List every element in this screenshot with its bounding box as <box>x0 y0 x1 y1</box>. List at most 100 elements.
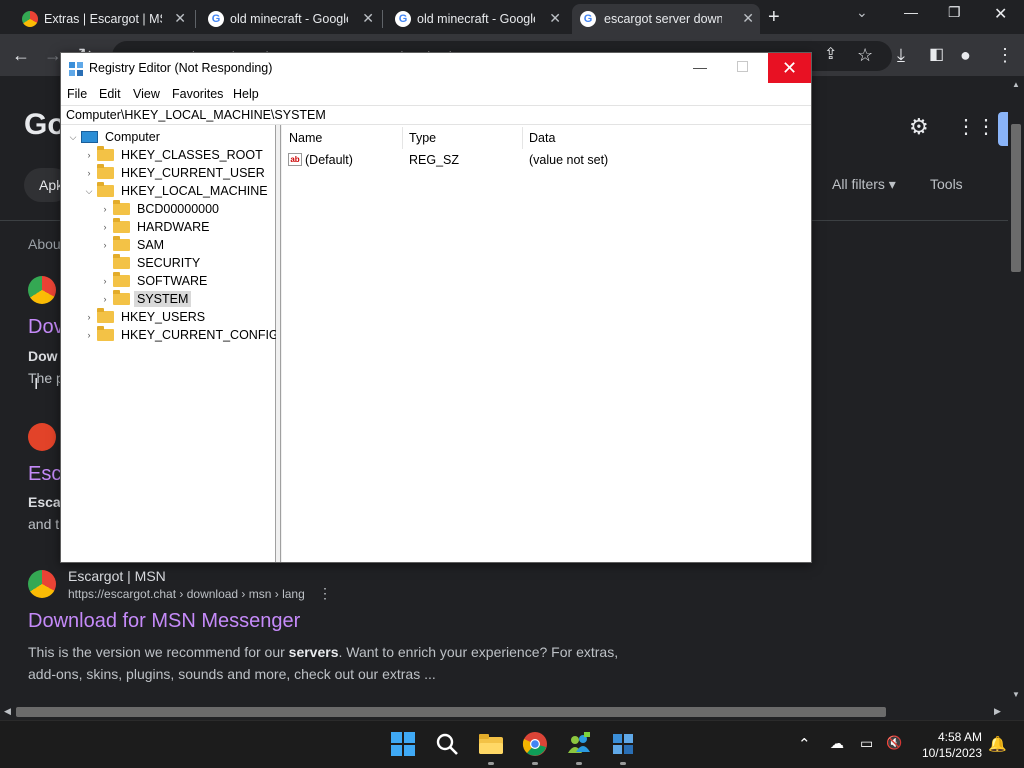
close-tab-icon[interactable]: ✕ <box>742 10 754 27</box>
result-url: https://escargot.chat › download › msn ›… <box>68 587 305 601</box>
tree-node-label: HKEY_USERS <box>121 310 206 324</box>
column-separator[interactable] <box>402 127 403 149</box>
network-icon[interactable]: ▭ <box>860 735 873 752</box>
scroll-right-arrow-icon[interactable]: ▶ <box>994 706 1001 717</box>
volume-muted-icon[interactable]: 🔇 <box>886 735 902 751</box>
close-window-icon[interactable]: ✕ <box>994 4 1007 24</box>
tree-node[interactable]: ⌵ HKEY_LOCAL_MACHINE <box>83 182 271 200</box>
settings-gear-icon[interactable]: ⚙ <box>909 114 929 140</box>
tree-node[interactable]: › BCD00000000 <box>99 200 222 218</box>
registry-editor-titlebar[interactable]: Registry Editor (Not Responding) — ✕ <box>61 53 811 83</box>
tab-old-minecraft-1[interactable]: G old minecraft - Google Search ✕ <box>208 4 380 34</box>
tab-title: escargot server download <box>604 12 722 26</box>
tree-node-label: BCD00000000 <box>137 202 220 216</box>
msn-messenger-icon[interactable] <box>566 731 592 757</box>
collapse-chevron-icon[interactable]: ⌵ <box>83 186 95 197</box>
expand-chevron-icon[interactable]: › <box>83 330 95 340</box>
maximize-icon[interactable] <box>737 61 748 72</box>
regedit-taskbar-icon[interactable] <box>610 731 636 757</box>
tab-old-minecraft-2[interactable]: G old minecraft - Google Search ✕ <box>395 4 567 34</box>
menu-file[interactable]: File <box>67 87 87 101</box>
value-type: REG_SZ <box>409 153 460 167</box>
expand-chevron-icon[interactable]: › <box>99 294 111 304</box>
expand-chevron-icon[interactable]: › <box>83 168 95 178</box>
back-icon[interactable]: ← <box>12 43 30 67</box>
column-header-type[interactable]: Type <box>409 131 436 151</box>
column-header-name[interactable]: Name <box>289 131 322 151</box>
system-clock[interactable]: 4:58 AM 10/15/2023 <box>912 729 982 761</box>
result-title-link[interactable]: Download for MSN Messenger <box>28 610 300 633</box>
tree-node[interactable]: › HKEY_CURRENT_USER <box>83 164 268 182</box>
browser-tab-strip: Extras | Escargot | MSN ✕ G old minecraf… <box>0 0 1024 34</box>
menu-edit[interactable]: Edit <box>99 87 121 101</box>
profile-icon[interactable]: ● <box>960 43 971 67</box>
collapse-chevron-icon[interactable]: ⌵ <box>67 132 79 143</box>
chrome-menu-icon[interactable]: ⋮ <box>996 43 1014 67</box>
download-icon[interactable]: ⤓ <box>897 43 905 67</box>
result-title[interactable]: Dov <box>28 316 64 339</box>
value-name[interactable]: (Default) <box>305 153 353 167</box>
tab-escargot-server[interactable]: G escargot server download ✕ <box>572 4 760 34</box>
all-filters-button[interactable]: All filters ▾ <box>832 176 896 193</box>
column-header-data[interactable]: Data <box>529 131 555 151</box>
scroll-down-arrow-icon[interactable]: ▼ <box>1012 690 1020 699</box>
close-tab-icon[interactable]: ✕ <box>174 10 186 27</box>
start-windows-icon[interactable] <box>390 731 416 757</box>
expand-chevron-icon[interactable]: › <box>83 150 95 160</box>
tree-node[interactable]: › SAM <box>99 236 167 254</box>
text-cursor-icon: I <box>34 376 39 393</box>
close-tab-icon[interactable]: ✕ <box>549 10 561 27</box>
registry-path-input[interactable] <box>61 106 811 124</box>
result-more-options-icon[interactable]: ⋮ <box>318 585 332 602</box>
tab-search-chevron-icon[interactable]: ⌄ <box>856 4 868 21</box>
tree-node[interactable]: › SYSTEM <box>99 290 192 308</box>
minimize-icon[interactable]: — <box>904 4 918 20</box>
expand-chevron-icon[interactable]: › <box>99 240 111 250</box>
menu-favorites[interactable]: Favorites <box>172 87 223 101</box>
folder-icon <box>97 164 114 179</box>
tree-node[interactable]: › HKEY_CLASSES_ROOT <box>83 146 266 164</box>
tree-node[interactable]: › HKEY_CURRENT_CONFIG <box>83 326 282 344</box>
share-icon[interactable]: ⇪ <box>824 43 837 67</box>
chrome-favicon-icon <box>22 11 38 27</box>
scroll-up-arrow-icon[interactable]: ▲ <box>1012 80 1020 89</box>
result-title[interactable]: Esc <box>28 463 61 486</box>
restore-icon[interactable]: ❐ <box>948 4 961 21</box>
new-tab-button[interactable]: + <box>768 6 780 29</box>
registry-tree[interactable]: ⌵ Computer › HKEY_CLASSES_ROOT › HKEY_CURRENT… <box>61 125 279 562</box>
account-avatar[interactable] <box>998 112 1008 146</box>
show-hidden-icons-chevron-icon[interactable]: ⌃ <box>798 735 811 753</box>
tree-node[interactable]: › HARDWARE <box>99 218 212 236</box>
tree-node-label: HKEY_CURRENT_CONFIG <box>121 328 279 342</box>
pane-splitter[interactable] <box>276 125 281 562</box>
vertical-scroll-thumb[interactable] <box>1011 124 1021 272</box>
address-bar[interactable] <box>61 105 811 125</box>
google-apps-grid-icon[interactable]: ⋮⋮ <box>956 114 996 139</box>
expand-chevron-icon[interactable]: › <box>99 204 111 214</box>
side-panel-icon[interactable]: ◧ <box>929 43 944 67</box>
file-explorer-icon[interactable] <box>478 731 504 757</box>
column-separator[interactable] <box>522 127 523 149</box>
minimize-icon[interactable]: — <box>693 59 707 75</box>
menu-view[interactable]: View <box>133 87 160 101</box>
expand-chevron-icon[interactable]: › <box>83 312 95 322</box>
expand-chevron-icon[interactable]: › <box>99 222 111 232</box>
tab-extras-escargot[interactable]: Extras | Escargot | MSN ✕ <box>22 4 192 34</box>
horizontal-scroll-thumb[interactable] <box>16 707 886 717</box>
registry-values-list[interactable]: Name Type Data ab (Default) REG_SZ (valu… <box>282 125 811 562</box>
onedrive-cloud-icon[interactable]: ☁ <box>830 735 844 752</box>
close-tab-icon[interactable]: ✕ <box>362 10 374 27</box>
tree-node[interactable]: ⌵ Computer <box>67 128 163 146</box>
tools-button[interactable]: Tools <box>930 176 963 192</box>
menu-help[interactable]: Help <box>233 87 259 101</box>
bookmark-star-icon[interactable]: ☆ <box>857 43 873 67</box>
notification-bell-icon[interactable]: 🔔 <box>988 735 1007 753</box>
chrome-icon[interactable] <box>522 731 548 757</box>
scroll-left-arrow-icon[interactable]: ◀ <box>4 706 11 717</box>
tree-node[interactable]: › HKEY_USERS <box>83 308 208 326</box>
expand-chevron-icon[interactable]: › <box>99 276 111 286</box>
close-window-button[interactable]: ✕ <box>768 53 811 83</box>
tree-node[interactable]: SECURITY <box>99 254 203 272</box>
search-icon[interactable] <box>434 731 460 757</box>
tree-node[interactable]: › SOFTWARE <box>99 272 210 290</box>
